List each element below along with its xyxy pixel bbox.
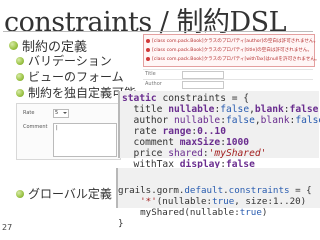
sub-bullet-text: バリデーション	[28, 54, 112, 68]
comment-textarea[interactable]: |	[53, 123, 117, 157]
code-line: title nullable:false,blank:false	[122, 104, 319, 115]
validation-errors-screenshot: [class com.pack.Book]クラスのプロパティ[author]の空…	[143, 34, 320, 67]
form-divider	[143, 69, 313, 70]
error-icon	[146, 39, 150, 43]
author-input[interactable]	[182, 81, 224, 89]
sub-bullet-text: ビューのフォーム	[28, 70, 124, 84]
code-line: comment maxSize:1000	[122, 137, 250, 148]
error-line: [class com.pack.Book]クラスのプロパティ[title]の空白…	[146, 47, 312, 53]
title-input[interactable]	[182, 71, 224, 79]
code-line: grails.gorm.default.constraints = {	[118, 185, 312, 196]
code-line: rate range:0..10	[122, 126, 226, 137]
code-line: }	[118, 218, 124, 229]
sub-bullet-text: グローバル定義	[28, 187, 112, 201]
bullet-dot-icon	[16, 56, 24, 65]
code-bracket	[118, 91, 120, 158]
comment-value: |	[56, 125, 58, 131]
code-line: myShared(nullable:true)	[118, 207, 268, 218]
field-label-title: Title	[145, 71, 156, 77]
rate-select[interactable]: 5	[53, 109, 69, 118]
code-line: '*'(nullable:true, size:1..20)	[118, 196, 307, 207]
bullet-dot-icon	[16, 72, 24, 81]
code-line: static constraints = {	[122, 93, 250, 104]
sub-bullet-item: バリデーション	[16, 52, 112, 69]
rate-value: 5	[55, 110, 59, 116]
error-icon	[146, 48, 150, 52]
sub-bullet-item: グローバル定義	[16, 185, 112, 202]
bullet-dot-icon	[16, 88, 24, 97]
sub-bullet-item: ビューのフォーム	[16, 68, 124, 85]
form-divider	[143, 79, 313, 80]
error-icon	[146, 57, 150, 61]
code-line: price shared:'myShared'	[122, 148, 267, 159]
error-line: [class com.pack.Book]クラスのプロパティ[author]の空…	[146, 38, 318, 44]
comment-label: Comment	[23, 124, 48, 130]
error-line: [class com.pack.Book]クラスのプロパティ[withTax]は…	[146, 56, 320, 62]
bullet-dot-icon	[9, 41, 18, 50]
chevron-down-icon	[63, 112, 67, 114]
form-screenshot: Rate 5 Comment |	[16, 103, 121, 160]
title-divider	[3, 31, 313, 32]
rate-label: Rate	[23, 110, 35, 116]
page-number: 27	[2, 223, 13, 232]
code-line: author nullable:false,blank:false	[122, 115, 320, 126]
field-label-author: Author	[145, 81, 162, 87]
bullet-dot-icon	[16, 189, 24, 198]
